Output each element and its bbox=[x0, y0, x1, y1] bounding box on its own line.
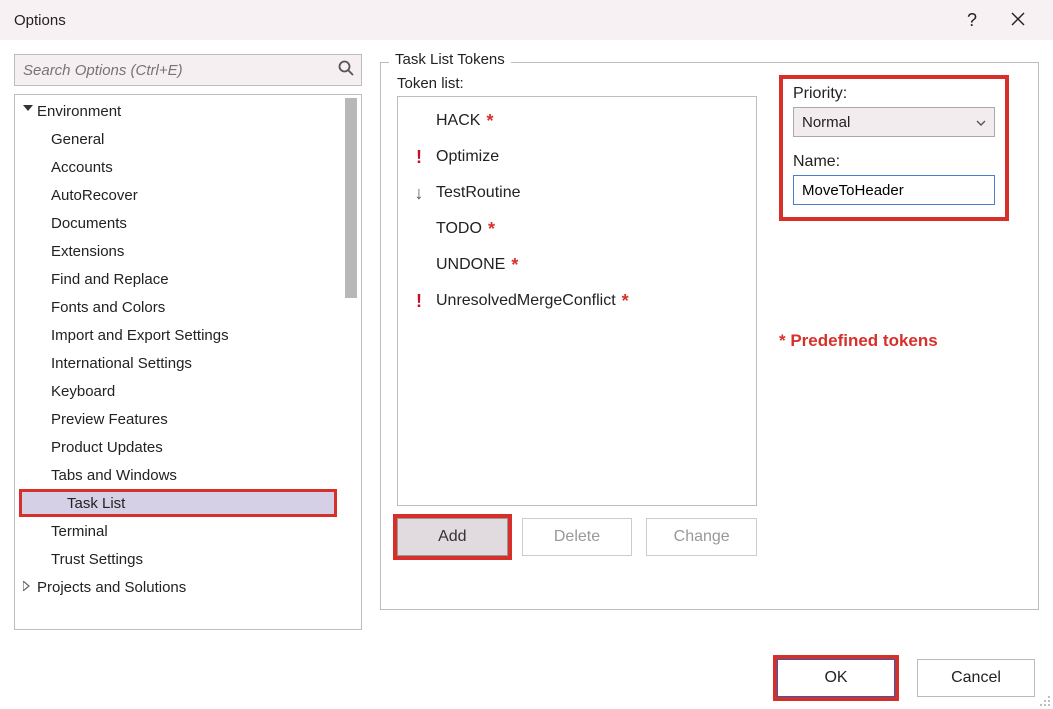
token-list-label: Token list: bbox=[397, 75, 757, 92]
priority-value: Normal bbox=[802, 114, 850, 131]
close-button[interactable] bbox=[995, 0, 1041, 40]
button-label: Change bbox=[674, 528, 730, 546]
help-button[interactable]: ? bbox=[949, 0, 995, 40]
tree-item-terminal[interactable]: Terminal bbox=[15, 517, 361, 545]
tree-item-autorecover[interactable]: AutoRecover bbox=[15, 181, 361, 209]
token-name: HACK bbox=[430, 112, 480, 130]
options-tree: Environment General Accounts AutoRecover… bbox=[14, 94, 362, 630]
tree-label: Environment bbox=[35, 103, 121, 120]
add-button[interactable]: Add bbox=[397, 518, 508, 556]
change-button[interactable]: Change bbox=[646, 518, 757, 556]
tree-label: Terminal bbox=[49, 523, 108, 540]
button-label: OK bbox=[824, 669, 847, 687]
tree-item-product-updates[interactable]: Product Updates bbox=[15, 433, 361, 461]
task-list-tokens-group: Task List Tokens Token list: HACK * ! Op… bbox=[380, 62, 1039, 610]
priority-high-icon: ! bbox=[408, 291, 430, 312]
tree-label: Extensions bbox=[49, 243, 124, 260]
tree-item-accounts[interactable]: Accounts bbox=[15, 153, 361, 181]
tree-label: Tabs and Windows bbox=[49, 467, 177, 484]
close-icon bbox=[1011, 10, 1025, 31]
tree-item-import-and-export-settings[interactable]: Import and Export Settings bbox=[15, 321, 361, 349]
question-icon: ? bbox=[967, 10, 977, 31]
collapse-icon bbox=[21, 580, 35, 594]
tree-label: Trust Settings bbox=[49, 551, 143, 568]
predefined-tokens-note: * Predefined tokens bbox=[779, 331, 1022, 351]
window-title: Options bbox=[14, 12, 66, 29]
expand-icon bbox=[21, 104, 35, 118]
search-icon bbox=[337, 59, 355, 82]
ok-button[interactable]: OK bbox=[777, 659, 895, 697]
tree-item-international-settings[interactable]: International Settings bbox=[15, 349, 361, 377]
tree-label: General bbox=[49, 131, 104, 148]
tree-label: AutoRecover bbox=[49, 187, 138, 204]
predefined-star-icon: * bbox=[482, 219, 495, 240]
predefined-star-icon: * bbox=[616, 291, 629, 312]
token-list[interactable]: HACK * ! Optimize ↓ TestRoutine bbox=[397, 96, 757, 506]
button-label: Delete bbox=[554, 528, 600, 546]
token-row[interactable]: TODO * bbox=[398, 211, 756, 247]
token-row[interactable]: ! Optimize bbox=[398, 139, 756, 175]
token-name: UNDONE bbox=[430, 256, 505, 274]
search-input[interactable] bbox=[21, 62, 337, 79]
chevron-down-icon bbox=[976, 115, 986, 129]
token-name: Optimize bbox=[430, 148, 499, 166]
tree-item-trust-settings[interactable]: Trust Settings bbox=[15, 545, 361, 573]
tree-label: Preview Features bbox=[49, 411, 168, 428]
cancel-button[interactable]: Cancel bbox=[917, 659, 1035, 697]
tree-label: Keyboard bbox=[49, 383, 115, 400]
tree-item-extensions[interactable]: Extensions bbox=[15, 237, 361, 265]
button-label: Add bbox=[438, 528, 466, 546]
token-row[interactable]: UNDONE * bbox=[398, 247, 756, 283]
tree-label: Fonts and Colors bbox=[49, 299, 165, 316]
priority-low-icon: ↓ bbox=[408, 183, 430, 204]
tree-label: Documents bbox=[49, 215, 127, 232]
token-name: TODO bbox=[430, 220, 482, 238]
tree-item-documents[interactable]: Documents bbox=[15, 209, 361, 237]
tree-label: Import and Export Settings bbox=[49, 327, 229, 344]
tree-label: Find and Replace bbox=[49, 271, 169, 288]
tree-label: Task List bbox=[53, 495, 125, 512]
tree-item-keyboard[interactable]: Keyboard bbox=[15, 377, 361, 405]
tree-item-fonts-and-colors[interactable]: Fonts and Colors bbox=[15, 293, 361, 321]
search-box[interactable] bbox=[14, 54, 362, 86]
token-name: TestRoutine bbox=[430, 184, 521, 202]
delete-button[interactable]: Delete bbox=[522, 518, 633, 556]
priority-high-icon: ! bbox=[408, 147, 430, 168]
resize-grip-icon[interactable] bbox=[1037, 693, 1051, 707]
tree-root-environment[interactable]: Environment bbox=[15, 97, 361, 125]
tree-label: Accounts bbox=[49, 159, 113, 176]
group-legend: Task List Tokens bbox=[389, 51, 511, 68]
tree-label: Product Updates bbox=[49, 439, 163, 456]
tree-item-tabs-and-windows[interactable]: Tabs and Windows bbox=[15, 461, 361, 489]
tree-label: International Settings bbox=[49, 355, 192, 372]
predefined-star-icon: * bbox=[480, 111, 493, 132]
title-bar: Options ? bbox=[0, 0, 1053, 40]
token-row[interactable]: HACK * bbox=[398, 103, 756, 139]
token-name: UnresolvedMergeConflict bbox=[430, 292, 616, 310]
tree-scrollbar[interactable] bbox=[345, 98, 357, 298]
tree-item-general[interactable]: General bbox=[15, 125, 361, 153]
predefined-star-icon: * bbox=[505, 255, 518, 276]
token-row[interactable]: ! UnresolvedMergeConflict * bbox=[398, 283, 756, 319]
name-input[interactable] bbox=[793, 175, 995, 205]
tree-root-projects-and-solutions[interactable]: Projects and Solutions bbox=[15, 573, 361, 601]
priority-name-form: Priority: Normal Name: bbox=[779, 75, 1009, 221]
token-row[interactable]: ↓ TestRoutine bbox=[398, 175, 756, 211]
button-label: Cancel bbox=[951, 669, 1001, 687]
tree-label: Projects and Solutions bbox=[35, 579, 186, 596]
priority-select[interactable]: Normal bbox=[793, 107, 995, 137]
tree-item-preview-features[interactable]: Preview Features bbox=[15, 405, 361, 433]
name-label: Name: bbox=[793, 153, 995, 171]
tree-item-task-list[interactable]: Task List bbox=[19, 489, 337, 517]
tree-item-find-and-replace[interactable]: Find and Replace bbox=[15, 265, 361, 293]
priority-label: Priority: bbox=[793, 85, 995, 103]
